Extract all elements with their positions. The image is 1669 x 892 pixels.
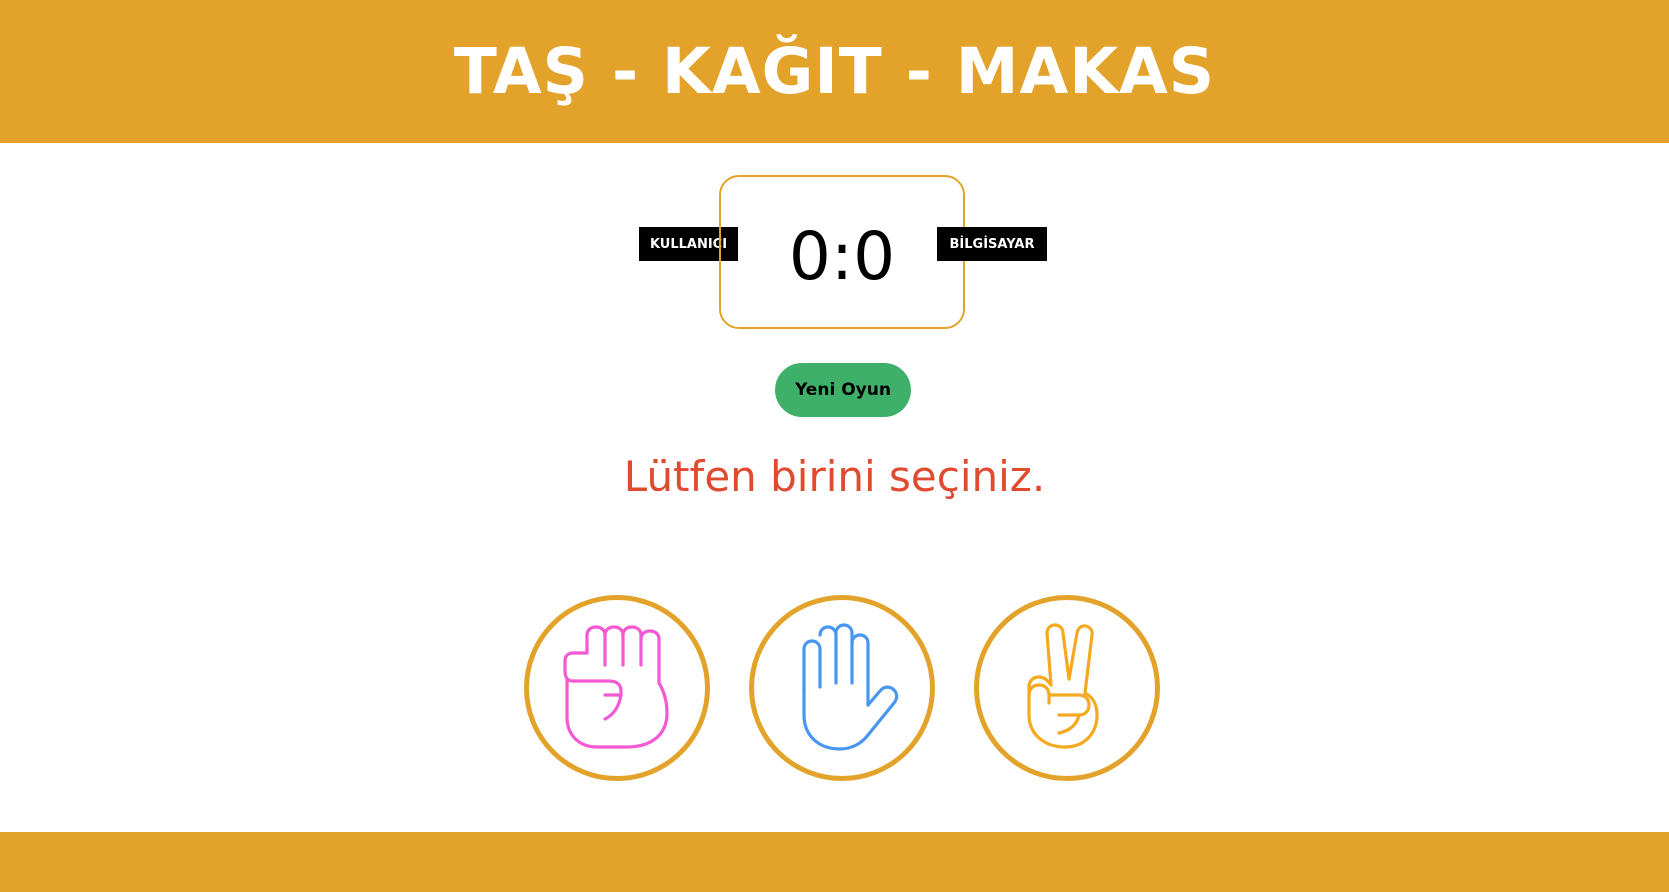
scoreboard: 0:0 — [719, 175, 965, 329]
header-bar: TAŞ - KAĞIT - MAKAS — [0, 0, 1669, 143]
rock-choice-button[interactable] — [524, 595, 710, 781]
open-hand-icon — [802, 623, 899, 751]
computer-label: BİLGİSAYAR — [937, 227, 1047, 261]
page-title: TAŞ - KAĞIT - MAKAS — [453, 35, 1216, 108]
scissors-choice-button[interactable] — [974, 595, 1160, 781]
paper-choice-button[interactable] — [749, 595, 935, 781]
footer-bar — [0, 832, 1669, 892]
victory-hand-icon — [1027, 623, 1099, 749]
status-message: Lütfen birini seçiniz. — [623, 452, 1046, 501]
fist-icon — [563, 625, 669, 749]
score-display: 0:0 — [788, 217, 896, 295]
new-game-button[interactable]: Yeni Oyun — [775, 363, 911, 417]
